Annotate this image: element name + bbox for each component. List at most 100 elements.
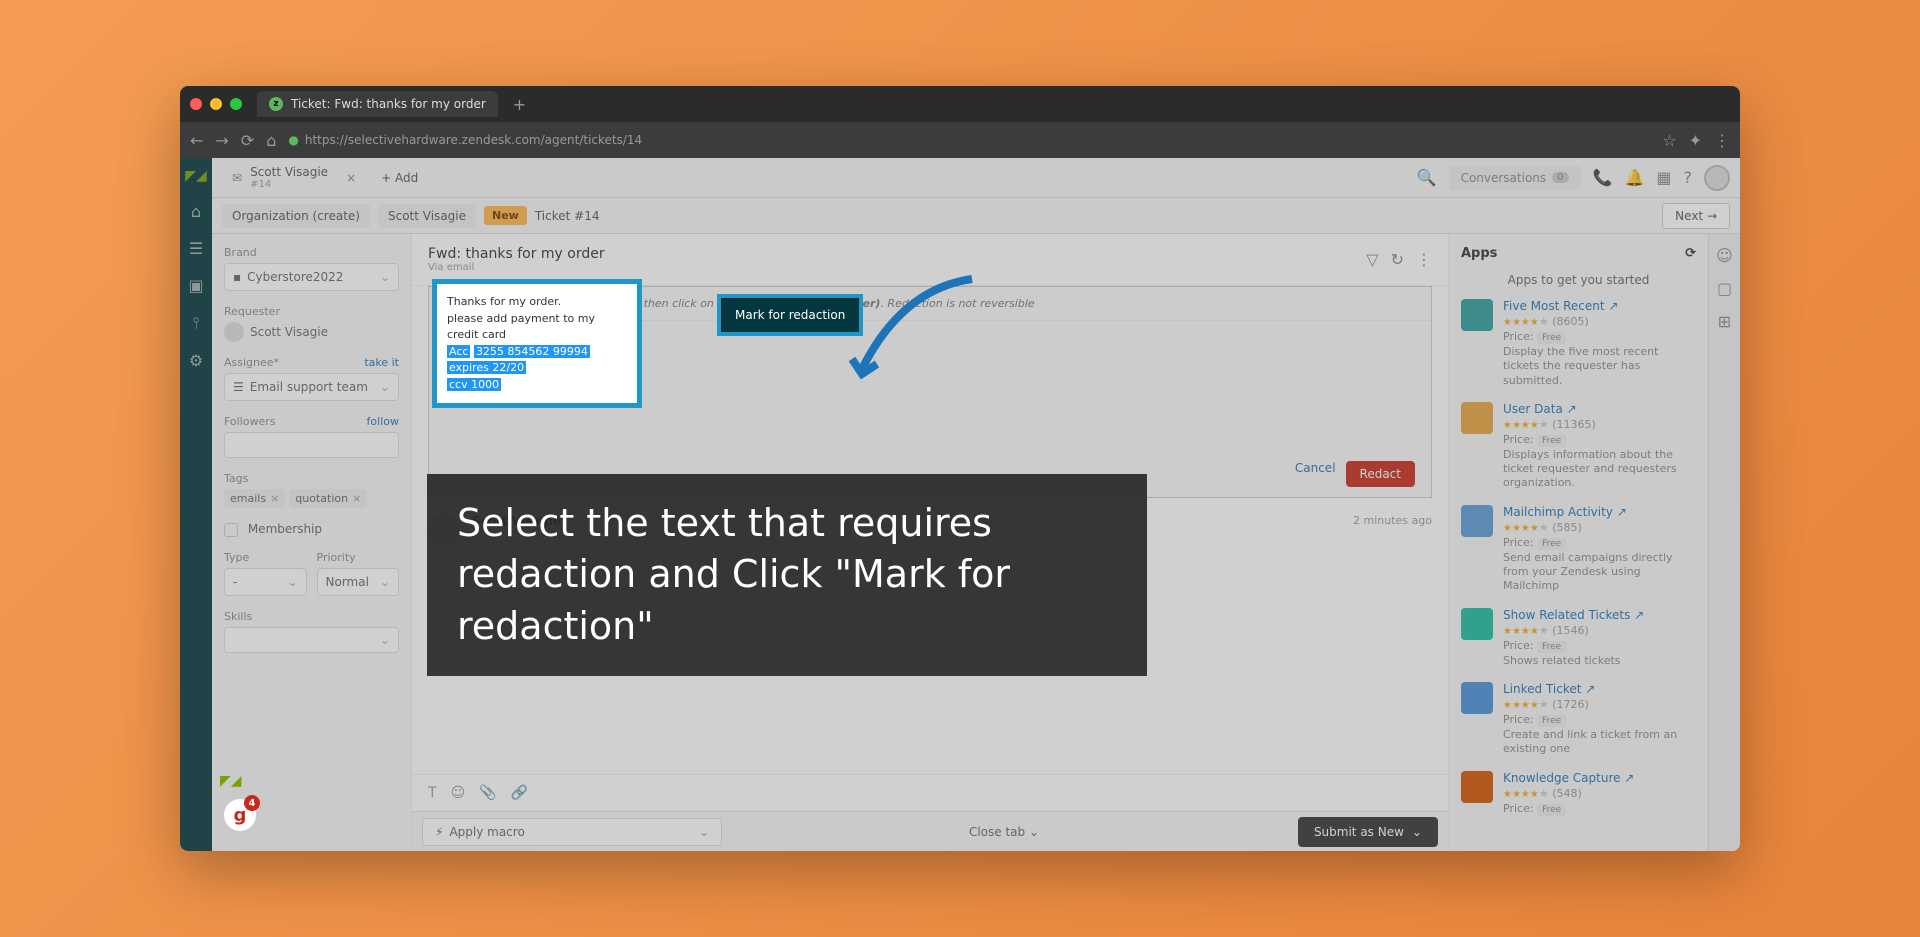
user-context-icon[interactable]: ☺ (1716, 246, 1733, 265)
ticket-footer: ⚡ Apply macro ⌄ Close tab ⌄ Submit as Ne… (412, 811, 1448, 851)
requester-label: Requester (224, 305, 399, 318)
brand-select[interactable]: ▪ Cyberstore2022 ⌄ (224, 263, 399, 291)
refresh-apps-icon[interactable]: ⟳ (1685, 246, 1696, 261)
membership-checkbox[interactable] (224, 523, 238, 537)
home-nav-icon[interactable]: ⌂ (191, 202, 201, 221)
remove-tag-icon[interactable]: × (352, 492, 361, 505)
star-rating: ★★★★ (1503, 420, 1539, 431)
home-icon[interactable]: ⌂ (266, 131, 276, 150)
app-icon (1461, 505, 1493, 537)
star-rating: ★★★★ (1503, 523, 1539, 534)
phone-icon[interactable]: 📞 (1593, 168, 1613, 187)
url-bar: ← → ⟳ ⌂ ● https://selectivehardware.zend… (180, 122, 1740, 158)
apps-panel: Apps ⟳ Apps to get you started Five Most… (1448, 234, 1708, 851)
app-icon (1461, 299, 1493, 331)
views-icon[interactable]: ☰ (189, 239, 203, 258)
text-format-icon[interactable]: T (428, 785, 437, 801)
ticket-subject: Fwd: thanks for my order (428, 246, 605, 262)
app-item[interactable]: User Data ↗ ★★★★★ (11365) Price: Free Di… (1461, 402, 1696, 491)
user-avatar[interactable] (1704, 165, 1730, 191)
app-description: Create and link a ticket from an existin… (1503, 728, 1696, 757)
brand-icon: ▪ (233, 270, 241, 284)
forward-icon[interactable]: → (215, 131, 228, 150)
cancel-button[interactable]: Cancel (1295, 461, 1336, 487)
breadcrumbs: Organization (create) Scott Visagie New … (212, 198, 1740, 234)
apps-rail-icon[interactable]: ⊞ (1718, 312, 1731, 331)
app-item[interactable]: Show Related Tickets ↗ ★★★★★ (1546) Pric… (1461, 608, 1696, 668)
app-name: Mailchimp Activity ↗ (1503, 505, 1696, 519)
bell-icon[interactable]: 🔔 (1624, 168, 1644, 187)
requester-field[interactable]: Scott Visagie (224, 322, 399, 342)
app-name: User Data ↗ (1503, 402, 1696, 416)
skills-select[interactable]: ⌄ (224, 627, 399, 653)
more-icon[interactable]: ⋮ (1416, 250, 1432, 269)
browser-tab[interactable]: z Ticket: Fwd: thanks for my order (257, 91, 498, 117)
tag-emails[interactable]: emails× (224, 489, 285, 508)
take-it-link[interactable]: take it (364, 356, 399, 369)
filter-icon[interactable]: ▽ (1366, 250, 1378, 269)
zendesk-logo[interactable]: ◤◢ (185, 168, 207, 184)
app-description: Display the five most recent tickets the… (1503, 345, 1696, 388)
composer-toolbar: T ☺ 📎 🔗 (412, 774, 1448, 811)
attachment-icon[interactable]: 📎 (479, 785, 496, 801)
redact-button[interactable]: Redact (1346, 461, 1415, 487)
close-window[interactable] (190, 98, 202, 110)
app-item[interactable]: Five Most Recent ↗ ★★★★★ (8605) Price: F… (1461, 299, 1696, 388)
events-icon[interactable]: ↻ (1391, 250, 1404, 269)
tab-title: Ticket: Fwd: thanks for my order (291, 97, 486, 111)
star-rating: ★★★★ (1503, 626, 1539, 637)
star-icon[interactable]: ☆ (1662, 131, 1676, 150)
annotation-arrow (842, 269, 982, 389)
app-item[interactable]: Mailchimp Activity ↗ ★★★★★ (585) Price: … (1461, 505, 1696, 594)
app-item[interactable]: Linked Ticket ↗ ★★★★★ (1726) Price: Free… (1461, 682, 1696, 757)
reload-icon[interactable]: ⟳ (241, 131, 254, 150)
top-tabs: ✉ Scott Visagie #14 × + Add 🔍 Conversati… (212, 158, 1740, 198)
link-icon[interactable]: 🔗 (511, 785, 528, 801)
assignee-select[interactable]: ☰ Email support team ⌄ (224, 373, 399, 401)
search-icon[interactable]: 🔍 (1417, 168, 1437, 187)
minimize-window[interactable] (210, 98, 222, 110)
url-field[interactable]: ● https://selectivehardware.zendesk.com/… (288, 133, 1650, 147)
zendesk-products-icon[interactable]: ◤◢ (220, 773, 242, 789)
back-icon[interactable]: ← (190, 131, 203, 150)
menu-icon[interactable]: ⋮ (1714, 131, 1730, 150)
remove-tag-icon[interactable]: × (270, 492, 279, 505)
crumb-org[interactable]: Organization (create) (222, 204, 370, 228)
apply-macro-select[interactable]: ⚡ Apply macro ⌄ (422, 818, 722, 846)
apps-grid-icon[interactable]: ▦ (1656, 168, 1671, 187)
app-name: Knowledge Capture ↗ (1503, 771, 1696, 785)
close-tab-button[interactable]: Close tab ⌄ (969, 825, 1039, 839)
app-description: Displays information about the ticket re… (1503, 448, 1696, 491)
knowledge-icon[interactable]: ▢ (1717, 279, 1732, 298)
new-badge: New (484, 206, 527, 225)
envelope-icon: ✉ (232, 171, 242, 185)
app-item[interactable]: Knowledge Capture ↗ ★★★★★ (548) Price: F… (1461, 771, 1696, 817)
followers-label: Followers (224, 415, 276, 428)
next-button[interactable]: Next → (1662, 203, 1730, 229)
grammarly-badge[interactable]: g (224, 799, 256, 831)
crumb-requester[interactable]: Scott Visagie (378, 204, 476, 228)
reporting-icon[interactable]: ⫯ (193, 313, 200, 333)
requester-avatar (224, 322, 244, 342)
tag-quotation[interactable]: quotation× (289, 489, 367, 508)
left-rail: ◤◢ ⌂ ☰ ▣ ⫯ ⚙ (180, 158, 212, 851)
new-tab-button[interactable]: + (513, 95, 526, 114)
priority-select[interactable]: Normal⌄ (317, 568, 400, 596)
maximize-window[interactable] (230, 98, 242, 110)
follow-link[interactable]: follow (367, 415, 399, 428)
extensions-icon[interactable]: ✦ (1689, 131, 1702, 150)
emoji-icon[interactable]: ☺ (451, 785, 466, 801)
conversations-button[interactable]: Conversations 0 (1449, 166, 1581, 190)
customers-icon[interactable]: ▣ (188, 276, 203, 295)
admin-icon[interactable]: ⚙ (189, 351, 203, 370)
close-tab-icon[interactable]: × (346, 171, 356, 185)
tutorial-instruction: Select the text that requires redaction … (427, 474, 1147, 676)
help-icon[interactable]: ? (1684, 168, 1693, 187)
app-name: Five Most Recent ↗ (1503, 299, 1696, 313)
followers-input[interactable] (224, 432, 399, 458)
add-tab-button[interactable]: + Add (381, 171, 418, 185)
ticket-tab[interactable]: ✉ Scott Visagie #14 × (222, 165, 366, 190)
tags-label: Tags (224, 472, 399, 485)
type-select[interactable]: -⌄ (224, 568, 307, 596)
submit-button[interactable]: Submit as New ⌄ (1298, 817, 1438, 847)
